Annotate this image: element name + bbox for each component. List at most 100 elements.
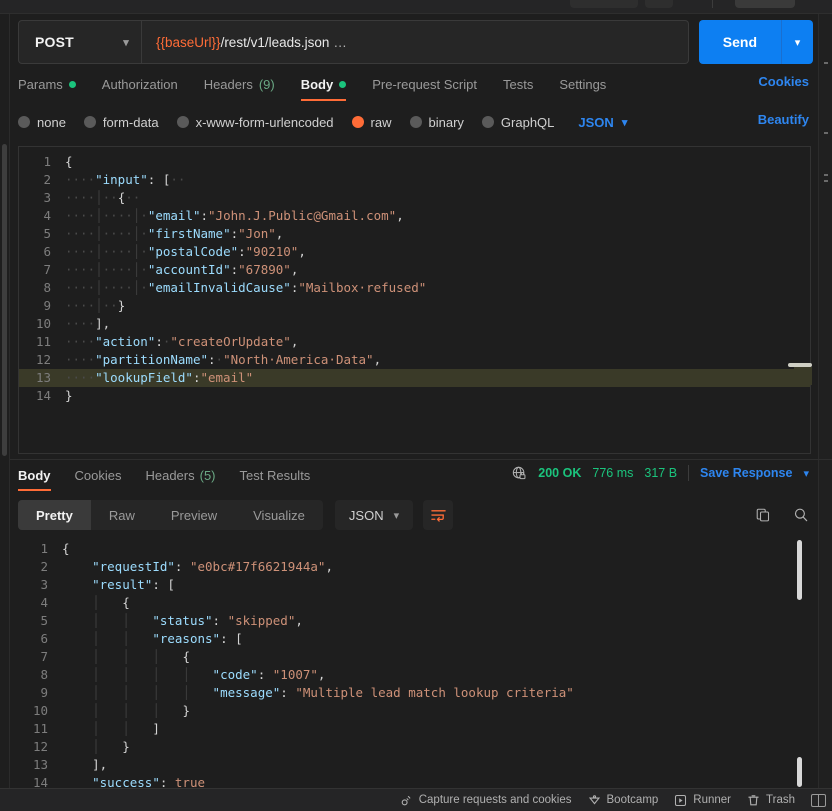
code-line: 4 ····│····│·"email":"John.J.Public@Gmail… <box>19 207 810 225</box>
line-number: 14 <box>35 388 51 403</box>
code-line-text: │ } <box>92 739 130 754</box>
code-line-text: ····"lookupField":"email" <box>65 370 254 385</box>
code-line: 13 ····"lookupField":"email" <box>19 369 810 387</box>
line-number: 4 <box>43 208 51 223</box>
response-format-label: JSON <box>348 507 384 523</box>
code-line: 14} <box>19 387 810 405</box>
capture-requests-label: Capture requests and cookies <box>418 794 572 806</box>
code-line: 5 ····│····│·"firstName":"Jon", <box>19 225 810 243</box>
copy-icon[interactable] <box>755 507 771 523</box>
code-line: 9 │ │ │ │ "message": "Multiple lead matc… <box>10 684 818 702</box>
code-line-text: ····"input": [·· <box>65 172 186 187</box>
code-line: 7 ····│····│·"accountId":"67890", <box>19 261 810 279</box>
line-number: 8 <box>40 667 48 682</box>
line-number: 12 <box>32 739 48 754</box>
url-path: /rest/v1/leads.json <box>220 34 330 50</box>
response-view-visualize[interactable]: Visualize <box>235 500 323 530</box>
response-view-raw[interactable]: Raw <box>91 500 153 530</box>
response-code-area[interactable]: 1{2 "requestId": "e0bc#17f6621944a", 3 "r… <box>10 536 818 788</box>
response-scrollbar-thumb-top[interactable] <box>797 540 802 600</box>
code-line-text: ], <box>92 757 108 772</box>
request-body-editor[interactable]: 1{2 ····"input": [·· 3 ····│··{·· 4 ····│····… <box>18 146 811 454</box>
code-line-text: "success": true <box>92 775 206 788</box>
globe-lock-icon <box>512 466 527 481</box>
cookies-link[interactable]: Cookies <box>758 74 809 89</box>
left-scrollbar-thumb[interactable] <box>2 144 7 456</box>
code-line-text: │ │ "reasons": [ <box>92 631 243 646</box>
left-scrollbar[interactable] <box>0 14 9 811</box>
code-line: 9 ····│··} <box>19 297 810 315</box>
line-number: 1 <box>40 541 48 556</box>
code-line: 3 ····│··{·· <box>19 189 810 207</box>
bootcamp-icon <box>588 794 601 807</box>
code-line-text: ····"action":·"createOrUpdate", <box>65 334 299 349</box>
meta-divider <box>688 465 690 481</box>
response-meta: 200 OK 776 ms 317 B Save Response ▾ <box>512 465 809 481</box>
code-line: 5 │ │ "status": "skipped", <box>10 612 818 630</box>
response-scrollbar-thumb-bottom[interactable] <box>797 757 802 787</box>
response-actions <box>755 507 809 523</box>
code-line-text: │ │ │ │ "message": "Multiple lead match … <box>92 685 574 700</box>
code-line-text: ····│··{·· <box>65 190 141 205</box>
line-number: 9 <box>43 298 51 313</box>
code-line-text: ····"partitionName":·"North·America·Data… <box>65 352 382 367</box>
save-response-button[interactable]: Save Response <box>700 466 792 480</box>
word-wrap-toggle[interactable] <box>423 500 454 530</box>
postman-window: POST ▾ {{baseUrl}}/rest/v1/leads.json… S… <box>0 0 832 811</box>
runner-label: Runner <box>693 794 732 806</box>
code-line: 11 │ │ ] <box>10 720 818 738</box>
code-line: 13 ], <box>10 756 818 774</box>
trash-button[interactable]: Trash <box>747 794 795 807</box>
capture-requests-button[interactable]: Capture requests and cookies <box>400 794 572 807</box>
code-line-text: "result": [ <box>92 577 175 592</box>
response-view-pretty[interactable]: Pretty <box>18 500 91 530</box>
code-line-text: ····│····│·"email":"John.J.Public@Gmail.… <box>65 208 404 223</box>
code-line: 6 │ │ "reasons": [ <box>10 630 818 648</box>
save-response-chevron-down-icon[interactable]: ▾ <box>803 467 809 480</box>
response-size: 317 B <box>644 466 678 480</box>
line-number: 5 <box>40 613 48 628</box>
code-line-text: ····│····│·"firstName":"Jon", <box>65 226 284 241</box>
window-top-strip <box>0 0 832 13</box>
url-input[interactable]: {{baseUrl}}/rest/v1/leads.json… <box>142 20 689 64</box>
body-type-row-right: Beautify <box>18 110 813 132</box>
code-line: 12 ····"partitionName":·"North·America·Da… <box>19 351 810 369</box>
beautify-link[interactable]: Beautify <box>758 112 809 127</box>
response-view-preview[interactable]: Preview <box>153 500 235 530</box>
line-number: 1 <box>43 154 51 169</box>
request-tabs-right: Cookies <box>18 74 813 96</box>
top-divider <box>712 0 713 8</box>
line-number: 3 <box>43 190 51 205</box>
code-line: 1{ <box>10 540 818 558</box>
code-line-text: ····], <box>65 316 111 331</box>
request-horizontal-scrollbar[interactable] <box>788 363 812 367</box>
line-number: 10 <box>32 703 48 718</box>
http-method-selector[interactable]: POST ▾ <box>18 20 142 64</box>
right-sidebar-rail[interactable] <box>818 14 832 794</box>
bootcamp-button[interactable]: Bootcamp <box>588 794 659 807</box>
right-rail-marker-1 <box>824 62 828 64</box>
right-rail-marker-4 <box>824 180 828 182</box>
request-code-area[interactable]: 1{2 ····"input": [·· 3 ····│··{·· 4 ····│····… <box>19 147 810 405</box>
code-line: 14 "success": true <box>10 774 818 788</box>
search-icon[interactable] <box>793 507 809 523</box>
runner-button[interactable]: Runner <box>674 794 731 807</box>
response-status: 200 OK <box>538 466 582 480</box>
bootcamp-label: Bootcamp <box>606 794 659 806</box>
line-number: 12 <box>35 352 51 367</box>
code-line: 11 ····"action":·"createOrUpdate", <box>19 333 810 351</box>
url-variable: {{baseUrl}} <box>156 34 221 50</box>
response-format-selector[interactable]: JSON ▾ <box>334 500 414 530</box>
send-button[interactable]: Send <box>698 20 781 64</box>
request-url-row: POST ▾ {{baseUrl}}/rest/v1/leads.json… S… <box>18 20 813 64</box>
send-options-chevron-down-icon[interactable]: ▾ <box>781 20 813 64</box>
line-number: 6 <box>40 631 48 646</box>
layout-toggle-icon[interactable] <box>811 793 826 807</box>
right-rail-marker-3 <box>824 174 828 176</box>
code-line: 2 "requestId": "e0bc#17f6621944a", <box>10 558 818 576</box>
code-line: 1{ <box>19 153 810 171</box>
response-time: 776 ms <box>592 466 634 480</box>
response-body[interactable]: 1{2 "requestId": "e0bc#17f6621944a", 3 "r… <box>10 536 818 788</box>
line-number: 7 <box>40 649 48 664</box>
line-number: 8 <box>43 280 51 295</box>
